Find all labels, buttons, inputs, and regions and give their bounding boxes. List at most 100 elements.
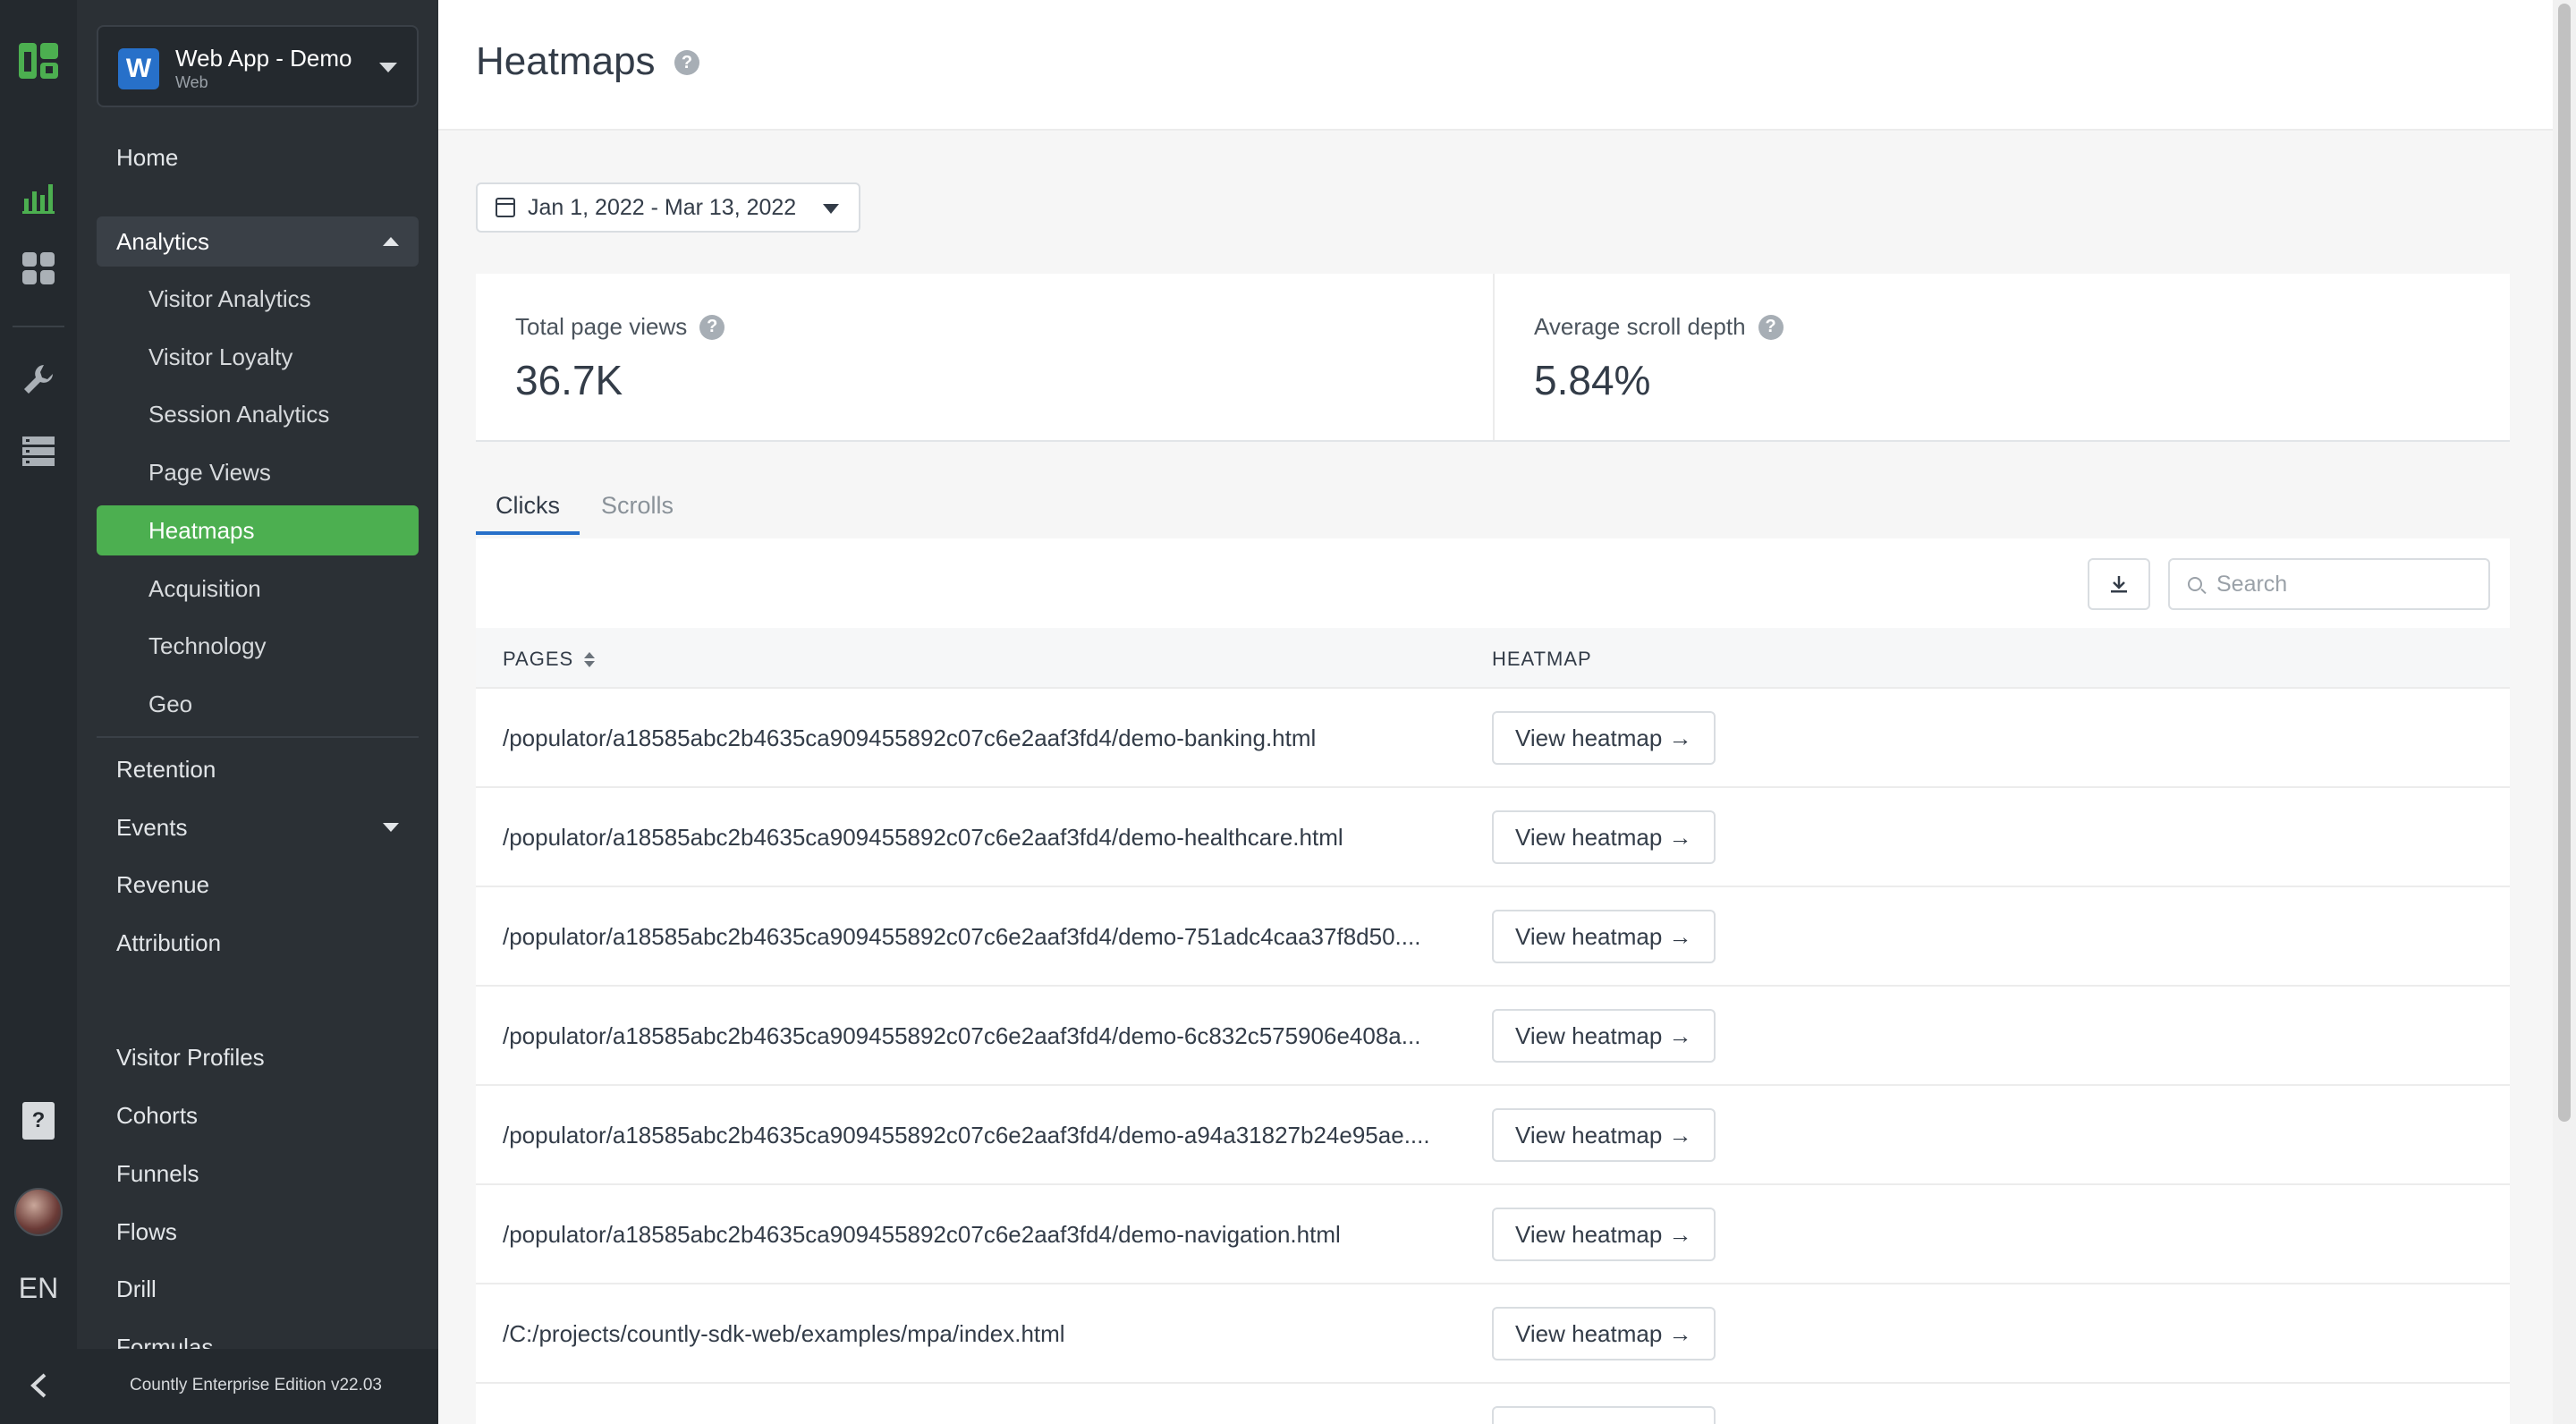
sort-icon bbox=[584, 651, 596, 667]
sidebar-item-geo[interactable]: Geo bbox=[97, 679, 419, 729]
sidebar-item-heatmaps[interactable]: Heatmaps bbox=[97, 505, 419, 555]
sidebar-item-attribution[interactable]: Attribution bbox=[97, 918, 419, 968]
user-avatar[interactable] bbox=[0, 1188, 77, 1236]
search-input[interactable] bbox=[2216, 571, 2467, 598]
page-path: /populator/a18585abc2b4635ca909455892c07… bbox=[503, 1221, 1341, 1248]
sidebar-item-drill[interactable]: Drill bbox=[97, 1264, 419, 1314]
table-row: /C:/projects/countly-sdk-web/examples/mp… bbox=[476, 1284, 2510, 1384]
sidebar: W Web App - Demo Web Home Analytics Visi… bbox=[77, 0, 438, 1424]
table-row: /populator/a18585abc2b4635ca909455892c07… bbox=[476, 1086, 2510, 1185]
view-heatmap-button[interactable]: View heatmap → bbox=[1492, 711, 1716, 765]
help-book-icon[interactable]: ? bbox=[0, 1100, 77, 1141]
column-header-heatmap: HEATMAP bbox=[1492, 648, 1592, 671]
app-badge: W bbox=[118, 48, 159, 89]
sidebar-footer: Countly Enterprise Edition v22.03 bbox=[0, 1349, 438, 1424]
search-icon bbox=[2188, 577, 2202, 591]
analytics-bars-icon[interactable] bbox=[0, 179, 77, 215]
dashboard-grid-icon[interactable] bbox=[0, 250, 77, 286]
sidebar-item-session-analytics[interactable]: Session Analytics bbox=[97, 389, 419, 439]
scrollbar-thumb[interactable] bbox=[2558, 4, 2571, 1122]
date-range-label: Jan 1, 2022 - Mar 13, 2022 bbox=[528, 194, 797, 220]
page-path: / bbox=[503, 1420, 1487, 1424]
metric-label-text: Average scroll depth bbox=[1534, 313, 1746, 340]
sidebar-item-home[interactable]: Home bbox=[97, 132, 419, 182]
rail-divider bbox=[13, 326, 64, 327]
metric-average-scroll-depth: Average scroll depth ? 5.84% bbox=[1493, 274, 2510, 440]
help-icon[interactable]: ? bbox=[699, 314, 725, 340]
sidebar-item-revenue[interactable]: Revenue bbox=[97, 860, 419, 910]
page-path: /populator/a18585abc2b4635ca909455892c07… bbox=[503, 725, 1317, 751]
page-path: /populator/a18585abc2b4635ca909455892c07… bbox=[503, 1122, 1430, 1149]
version-label: Countly Enterprise Edition v22.03 bbox=[130, 1376, 382, 1394]
column-label: HEATMAP bbox=[1492, 648, 1592, 670]
date-range-picker[interactable]: Jan 1, 2022 - Mar 13, 2022 bbox=[476, 182, 860, 233]
sidebar-item-visitor-analytics[interactable]: Visitor Analytics bbox=[97, 274, 419, 324]
sidebar-group-label: Analytics bbox=[116, 227, 210, 255]
wrench-icon[interactable] bbox=[0, 361, 77, 397]
column-header-pages[interactable]: PAGES bbox=[503, 648, 596, 671]
metric-value: 5.84% bbox=[1534, 357, 1651, 403]
sidebar-item-visitor-loyalty[interactable]: Visitor Loyalty bbox=[97, 332, 419, 382]
tab-clicks[interactable]: Clicks bbox=[496, 492, 560, 520]
chevron-up-icon bbox=[383, 237, 399, 246]
sidebar-group-analytics[interactable]: Analytics bbox=[97, 216, 419, 267]
sidebar-item-events[interactable]: Events bbox=[97, 802, 419, 852]
chevron-down-icon bbox=[383, 823, 399, 832]
language-selector[interactable]: EN bbox=[0, 1272, 77, 1305]
view-heatmap-button[interactable]: View heatmap → bbox=[1492, 1009, 1716, 1063]
download-button[interactable] bbox=[2088, 558, 2150, 610]
page-title: Heatmaps bbox=[476, 39, 656, 83]
app-type: Web bbox=[175, 73, 208, 91]
table-row: /populator/a18585abc2b4635ca909455892c07… bbox=[476, 788, 2510, 887]
sidebar-item-cohorts[interactable]: Cohorts bbox=[97, 1090, 419, 1140]
view-heatmap-button[interactable]: View heatmap → bbox=[1492, 1208, 1716, 1261]
search-box bbox=[2168, 558, 2490, 610]
sidebar-item-retention[interactable]: Retention bbox=[97, 744, 419, 794]
table-row: /populator/a18585abc2b4635ca909455892c07… bbox=[476, 1185, 2510, 1284]
metric-label: Total page views ? bbox=[515, 313, 725, 341]
database-stack-icon[interactable] bbox=[0, 433, 77, 469]
view-heatmap-button[interactable]: View heatmap → bbox=[1492, 1108, 1716, 1162]
calendar-icon bbox=[496, 198, 515, 217]
sidebar-item-acquisition[interactable]: Acquisition bbox=[97, 564, 419, 614]
table-row: / View heatmap → bbox=[476, 1384, 2510, 1424]
view-heatmap-button[interactable]: View heatmap → bbox=[1492, 1406, 1716, 1424]
sidebar-item-label: Events bbox=[116, 813, 188, 841]
sidebar-divider bbox=[97, 736, 419, 738]
heatmap-table-card: PAGES HEATMAP /populator/a18585abc2b4635… bbox=[476, 538, 2510, 1424]
view-heatmap-button[interactable]: View heatmap → bbox=[1492, 910, 1716, 963]
page-scrollbar[interactable] bbox=[2553, 0, 2576, 1424]
chevron-down-icon bbox=[823, 204, 839, 214]
table-row: /populator/a18585abc2b4635ca909455892c07… bbox=[476, 987, 2510, 1086]
table-row: /populator/a18585abc2b4635ca909455892c07… bbox=[476, 689, 2510, 788]
page-path: /C:/projects/countly-sdk-web/examples/mp… bbox=[503, 1320, 1065, 1347]
view-heatmap-button[interactable]: View heatmap → bbox=[1492, 810, 1716, 864]
column-label: PAGES bbox=[503, 648, 574, 670]
metric-total-page-views: Total page views ? 36.7K bbox=[476, 274, 1493, 440]
sidebar-item-technology[interactable]: Technology bbox=[97, 621, 419, 671]
help-icon[interactable]: ? bbox=[674, 50, 699, 75]
help-icon[interactable]: ? bbox=[1758, 314, 1784, 340]
page-path: /populator/a18585abc2b4635ca909455892c07… bbox=[503, 1022, 1421, 1049]
collapse-chevron-left-icon[interactable] bbox=[27, 1372, 50, 1399]
metrics-panel: Total page views ? 36.7K Average scroll … bbox=[476, 274, 2510, 442]
page-path: /populator/a18585abc2b4635ca909455892c07… bbox=[503, 824, 1343, 851]
sidebar-item-page-views[interactable]: Page Views bbox=[97, 447, 419, 497]
countly-logo-icon[interactable] bbox=[0, 39, 77, 82]
page-path: /populator/a18585abc2b4635ca909455892c07… bbox=[503, 923, 1421, 950]
chevron-down-icon bbox=[379, 63, 397, 72]
sidebar-item-funnels[interactable]: Funnels bbox=[97, 1149, 419, 1199]
table-header: PAGES HEATMAP bbox=[476, 628, 2510, 689]
sidebar-item-flows[interactable]: Flows bbox=[97, 1207, 419, 1257]
icon-rail: ? EN bbox=[0, 0, 77, 1424]
metric-label: Average scroll depth ? bbox=[1534, 313, 1784, 341]
sidebar-item-visitor-profiles[interactable]: Visitor Profiles bbox=[97, 1032, 419, 1082]
table-row: /populator/a18585abc2b4635ca909455892c07… bbox=[476, 887, 2510, 987]
metric-label-text: Total page views bbox=[515, 313, 688, 340]
metric-value: 36.7K bbox=[515, 357, 623, 403]
tab-scrolls[interactable]: Scrolls bbox=[601, 492, 674, 520]
page-header: Heatmaps ? bbox=[438, 0, 2553, 131]
app-selector[interactable]: W Web App - Demo Web bbox=[97, 25, 419, 107]
view-heatmap-button[interactable]: View heatmap → bbox=[1492, 1307, 1716, 1360]
svg-text:?: ? bbox=[32, 1108, 46, 1132]
